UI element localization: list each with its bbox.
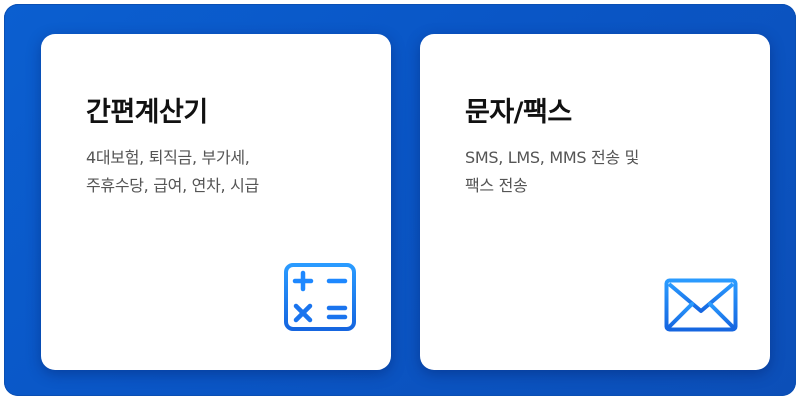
message-fax-card-description-line-2: 팩스 전송 <box>465 176 528 195</box>
services-panel: 간편계산기 4대보험, 퇴직금, 부가세, 주휴수당, 급여, 연차, 시급 문… <box>4 4 796 396</box>
message-fax-card-title: 문자/팩스 <box>465 97 572 128</box>
message-fax-card-description: SMS, LMS, MMS 전송 및 팩스 전송 <box>465 144 639 200</box>
calculator-card-description: 4대보험, 퇴직금, 부가세, 주휴수당, 급여, 연차, 시급 <box>86 144 259 200</box>
envelope-icon <box>664 278 738 332</box>
calculator-icon <box>284 263 356 331</box>
calculator-card-description-line-2: 주휴수당, 급여, 연차, 시급 <box>86 176 259 195</box>
calculator-card-description-line-1: 4대보험, 퇴직금, 부가세, <box>86 148 250 167</box>
calculator-card-title: 간편계산기 <box>86 97 208 128</box>
message-fax-card[interactable]: 문자/팩스 SMS, LMS, MMS 전송 및 팩스 전송 <box>420 34 770 370</box>
calculator-card[interactable]: 간편계산기 4대보험, 퇴직금, 부가세, 주휴수당, 급여, 연차, 시급 <box>41 34 391 370</box>
message-fax-card-description-line-1: SMS, LMS, MMS 전송 및 <box>465 148 640 167</box>
